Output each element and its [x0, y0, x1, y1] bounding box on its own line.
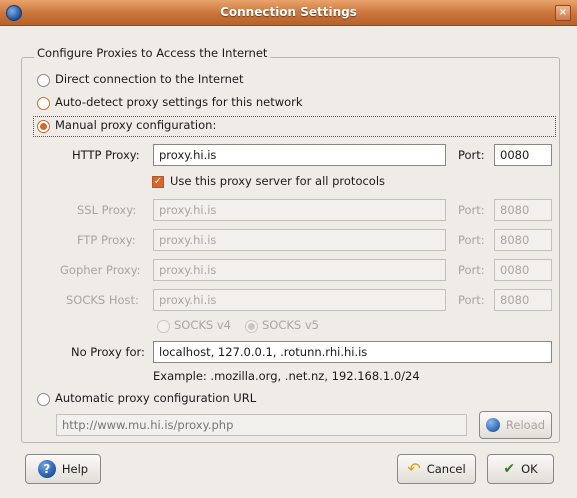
- no-proxy-input[interactable]: [153, 341, 552, 363]
- pac-url-input[interactable]: [56, 414, 467, 436]
- group-title: Configure Proxies to Access the Internet: [34, 46, 271, 60]
- socks-v5-label[interactable]: SOCKS v5: [262, 318, 319, 332]
- gopher-port-input[interactable]: [494, 259, 552, 281]
- help-button-label: Help: [61, 462, 89, 476]
- close-icon[interactable]: ×: [555, 5, 571, 21]
- reload-button[interactable]: Reload: [479, 411, 552, 439]
- title-bar[interactable]: Connection Settings ×: [0, 0, 577, 26]
- ftp-proxy-label: FTP Proxy:: [77, 233, 136, 247]
- socks-v5-radio[interactable]: [245, 320, 258, 333]
- auto-detect-radio[interactable]: [37, 97, 50, 110]
- http-proxy-label: HTTP Proxy:: [72, 148, 140, 162]
- pac-url-label[interactable]: Automatic proxy configuration URL: [55, 391, 256, 405]
- reload-icon: [485, 418, 500, 432]
- socks-v4-radio[interactable]: [157, 320, 170, 333]
- ftp-port-input[interactable]: [494, 229, 552, 251]
- socks-v4-label[interactable]: SOCKS v4: [174, 318, 231, 332]
- ssl-proxy-label: SSL Proxy:: [77, 203, 137, 217]
- help-icon: ?: [37, 460, 56, 478]
- http-port-label: Port:: [458, 148, 485, 162]
- auto-detect-label[interactable]: Auto-detect proxy settings for this netw…: [55, 95, 303, 109]
- socks-host-input[interactable]: [153, 289, 446, 311]
- http-proxy-input[interactable]: [153, 144, 446, 166]
- no-proxy-label: No Proxy for:: [71, 345, 145, 359]
- cancel-button[interactable]: ↶ Cancel: [397, 454, 476, 484]
- share-all-checkbox[interactable]: ✓: [152, 176, 164, 188]
- manual-proxy-radio[interactable]: [37, 120, 50, 133]
- cancel-button-label: Cancel: [426, 462, 466, 476]
- cancel-icon: ↶: [407, 459, 421, 478]
- http-port-input[interactable]: [494, 144, 552, 166]
- socks-port-input[interactable]: [494, 289, 552, 311]
- socks-host-label: SOCKS Host:: [66, 293, 139, 307]
- gopher-proxy-label: Gopher Proxy:: [60, 263, 141, 277]
- ssl-port-label: Port:: [458, 203, 485, 217]
- socks-port-label: Port:: [458, 293, 485, 307]
- reload-button-label: Reload: [505, 418, 546, 432]
- ftp-proxy-input[interactable]: [153, 229, 446, 251]
- ssl-proxy-input[interactable]: [153, 199, 446, 221]
- ok-icon: ✔: [503, 461, 516, 477]
- manual-proxy-label[interactable]: Manual proxy configuration:: [55, 118, 216, 132]
- direct-connection-radio[interactable]: [37, 74, 50, 87]
- connection-settings-dialog: Connection Settings × Configure Proxies …: [0, 0, 577, 498]
- window-title: Connection Settings: [220, 5, 357, 19]
- direct-connection-label[interactable]: Direct connection to the Internet: [55, 72, 244, 86]
- ok-button[interactable]: ✔ OK: [487, 454, 554, 484]
- no-proxy-example: Example: .mozilla.org, .net.nz, 192.168.…: [153, 369, 420, 383]
- ftp-port-label: Port:: [458, 233, 485, 247]
- share-all-label[interactable]: Use this proxy server for all protocols: [170, 174, 385, 188]
- gopher-port-label: Port:: [458, 263, 485, 277]
- ssl-port-input[interactable]: [494, 199, 552, 221]
- ok-button-label: OK: [521, 462, 538, 476]
- help-button[interactable]: ? Help: [25, 454, 101, 484]
- pac-url-radio[interactable]: [37, 393, 50, 406]
- gopher-proxy-input[interactable]: [153, 259, 446, 281]
